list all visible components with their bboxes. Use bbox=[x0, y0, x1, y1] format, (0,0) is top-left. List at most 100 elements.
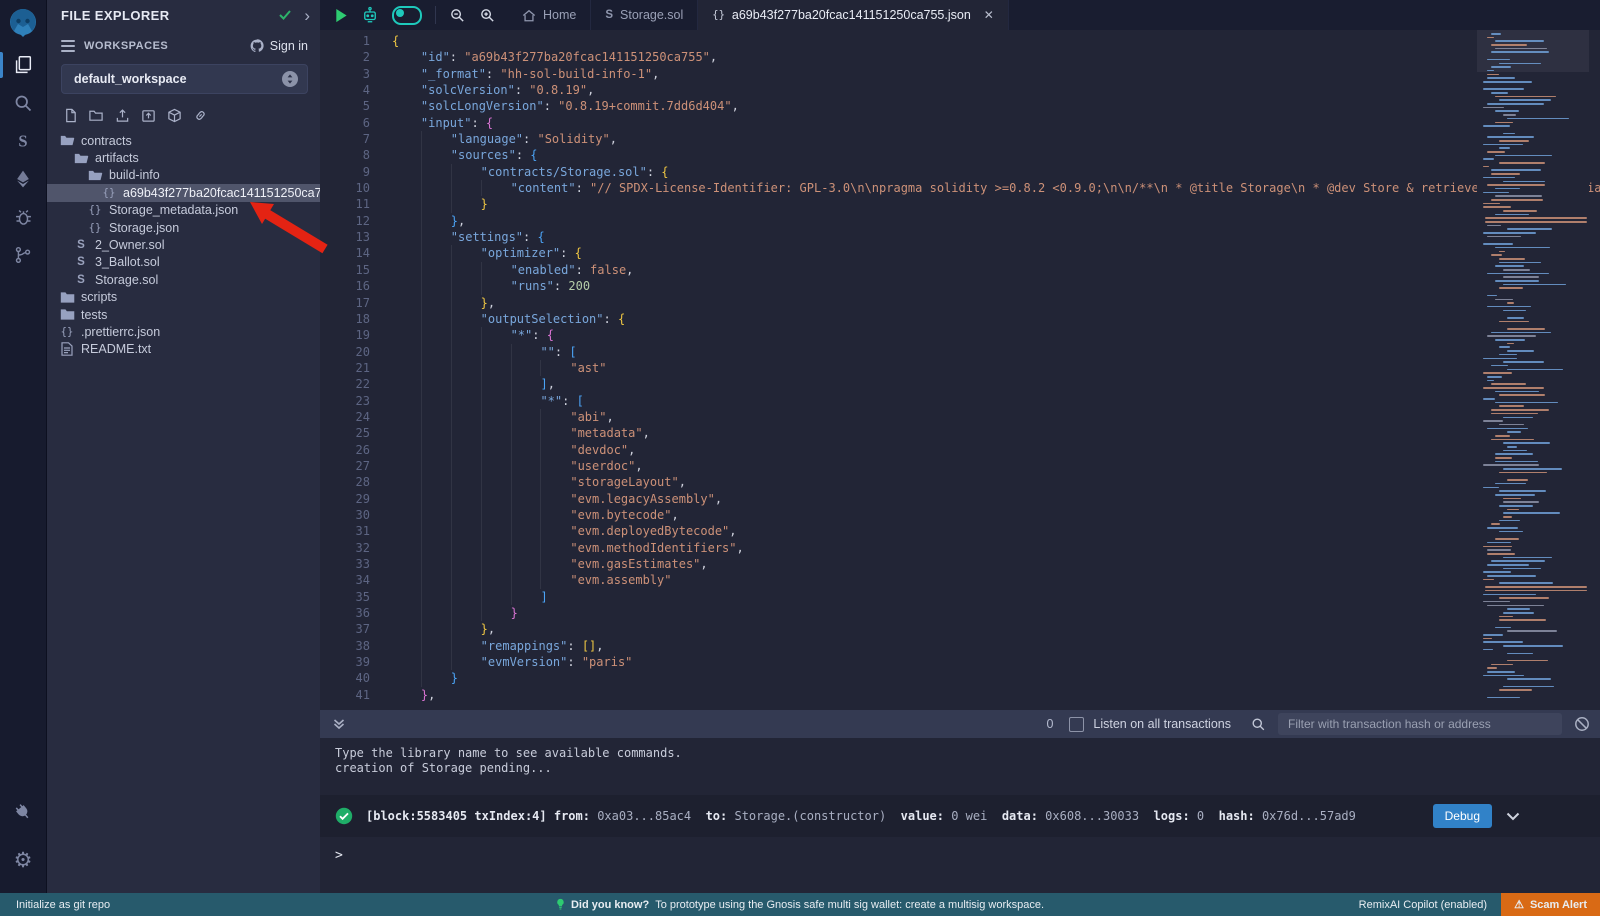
upload-file-icon[interactable] bbox=[113, 106, 131, 124]
scam-alert-button[interactable]: ⚠ Scam Alert bbox=[1501, 893, 1600, 916]
link-icon[interactable] bbox=[191, 106, 209, 124]
code-text: }, bbox=[392, 213, 465, 229]
expand-transaction-icon[interactable] bbox=[1506, 812, 1520, 821]
line-number: 40 bbox=[320, 670, 392, 686]
minimap-row bbox=[1487, 605, 1544, 607]
accept-check-icon[interactable] bbox=[278, 9, 292, 21]
cube-icon[interactable] bbox=[165, 106, 183, 124]
new-folder-icon[interactable] bbox=[87, 106, 105, 124]
github-signin-button[interactable]: Sign in bbox=[249, 38, 308, 54]
minimap[interactable] bbox=[1477, 30, 1589, 710]
code-line: 22], bbox=[320, 376, 1600, 392]
minimap-row bbox=[1491, 383, 1526, 385]
indent-guide bbox=[482, 589, 512, 605]
tab-a69b43f277ba20fcac141151250ca755-json[interactable]: {}a69b43f277ba20fcac141151250ca755.json✕ bbox=[698, 0, 1009, 30]
copilot-status[interactable]: RemixAI Copilot (enabled) bbox=[1359, 899, 1487, 911]
indent-guide bbox=[392, 605, 422, 621]
token: "storageLayout" bbox=[570, 475, 678, 489]
indent-guide bbox=[392, 393, 422, 409]
terminal-log-line: Type the library name to see available c… bbox=[335, 746, 1600, 761]
line-number: 41 bbox=[320, 687, 392, 703]
github-icon bbox=[249, 38, 265, 54]
clear-console-icon[interactable] bbox=[1574, 716, 1590, 732]
tree-item[interactable]: S2_Owner.sol bbox=[47, 236, 320, 253]
close-icon[interactable]: ✕ bbox=[984, 8, 994, 22]
terminal-prompt[interactable]: > bbox=[335, 848, 343, 863]
minimap-row bbox=[1487, 273, 1549, 275]
solidity-compiler-icon[interactable]: S bbox=[0, 122, 46, 160]
tree-item[interactable]: SStorage.sol bbox=[47, 271, 320, 288]
indent-guide bbox=[392, 638, 422, 654]
code-editor[interactable]: 1{2"id": "a69b43f277ba20fcac141151250ca7… bbox=[320, 30, 1600, 710]
zoom-in-icon[interactable] bbox=[479, 7, 496, 24]
token: { bbox=[392, 34, 399, 48]
indent-guide bbox=[392, 115, 421, 131]
debug-button[interactable]: Debug bbox=[1433, 804, 1492, 828]
debugger-icon[interactable] bbox=[0, 198, 46, 236]
minimap-row bbox=[1499, 258, 1525, 260]
line-number: 16 bbox=[320, 278, 392, 294]
zoom-out-icon[interactable] bbox=[449, 7, 466, 24]
tree-item[interactable]: artifacts bbox=[47, 149, 320, 166]
git-icon[interactable] bbox=[0, 236, 46, 274]
tree-item[interactable]: {}a69b43f277ba20fcac141151250ca7... bbox=[47, 184, 320, 201]
minimap-row bbox=[1487, 667, 1497, 669]
code-text: }, bbox=[392, 295, 495, 311]
tree-item[interactable]: S3_Ballot.sol bbox=[47, 254, 320, 271]
minimap-row bbox=[1495, 188, 1520, 190]
copilot-toggle[interactable] bbox=[392, 6, 422, 25]
file-explorer-icon[interactable] bbox=[0, 46, 46, 84]
listen-all-checkbox[interactable] bbox=[1069, 717, 1084, 732]
minimap-row bbox=[1503, 645, 1563, 647]
code-line: 19"*": { bbox=[320, 327, 1600, 343]
terminal[interactable]: Type the library name to see available c… bbox=[320, 738, 1600, 893]
token: : bbox=[647, 165, 661, 179]
minimap-row bbox=[1487, 564, 1529, 566]
code-text: "outputSelection": { bbox=[392, 311, 625, 327]
indent-guide bbox=[392, 556, 422, 572]
indent-guide bbox=[422, 295, 452, 311]
tree-item[interactable]: {}.prettierrc.json bbox=[47, 323, 320, 340]
minimap-row bbox=[1487, 380, 1494, 382]
tree-item[interactable]: {}Storage_metadata.json bbox=[47, 202, 320, 219]
transaction-summary[interactable]: [block:5583405 txIndex:4] from: 0xa03...… bbox=[366, 809, 1433, 823]
workspace-menu-icon[interactable] bbox=[61, 40, 75, 52]
tree-item[interactable]: README.txt bbox=[47, 341, 320, 358]
new-file-icon[interactable] bbox=[61, 106, 79, 124]
tree-item[interactable]: build-info bbox=[47, 167, 320, 184]
workspace-select[interactable]: default_workspace bbox=[61, 64, 308, 94]
upload-folder-icon[interactable] bbox=[139, 106, 157, 124]
tree-item[interactable]: tests bbox=[47, 306, 320, 323]
panel-expand-icon[interactable]: › bbox=[304, 7, 310, 24]
git-init-button[interactable]: Initialize as git repo bbox=[0, 899, 110, 911]
run-script-icon[interactable] bbox=[334, 8, 348, 23]
plugin-manager-icon[interactable] bbox=[0, 783, 53, 842]
tree-item-label: 2_Owner.sol bbox=[95, 238, 164, 252]
tree-item[interactable]: contracts bbox=[47, 132, 320, 149]
tree-item[interactable]: {}Storage.json bbox=[47, 219, 320, 236]
deploy-and-run-icon[interactable] bbox=[0, 160, 46, 198]
settings-icon[interactable]: ⚙ bbox=[0, 841, 46, 879]
transaction-filter-input[interactable] bbox=[1278, 713, 1562, 735]
search-icon[interactable] bbox=[0, 84, 46, 122]
minimap-row bbox=[1491, 560, 1545, 562]
tab-storage-sol[interactable]: SStorage.sol bbox=[591, 0, 698, 30]
ai-copilot-robot-icon[interactable] bbox=[361, 6, 379, 24]
minimap-row bbox=[1499, 619, 1546, 621]
workspace-name: default_workspace bbox=[74, 72, 281, 86]
tree-item[interactable]: scripts bbox=[47, 289, 320, 306]
terminal-search-icon[interactable] bbox=[1251, 717, 1266, 732]
line-number: 33 bbox=[320, 556, 392, 572]
tab-home[interactable]: Home bbox=[508, 0, 591, 30]
indent-guide bbox=[422, 229, 451, 245]
indent-guide bbox=[422, 540, 452, 556]
code-line: 12}, bbox=[320, 213, 1600, 229]
indent-guide bbox=[452, 491, 482, 507]
minimap-row bbox=[1483, 81, 1532, 83]
minimap-row bbox=[1487, 184, 1545, 186]
code-line: 4"solcVersion": "0.8.19", bbox=[320, 82, 1600, 98]
terminal-collapse-icon[interactable] bbox=[332, 717, 346, 731]
minimap-row bbox=[1503, 361, 1544, 363]
code-line: 38"remappings": [], bbox=[320, 638, 1600, 654]
token: , bbox=[729, 524, 736, 538]
